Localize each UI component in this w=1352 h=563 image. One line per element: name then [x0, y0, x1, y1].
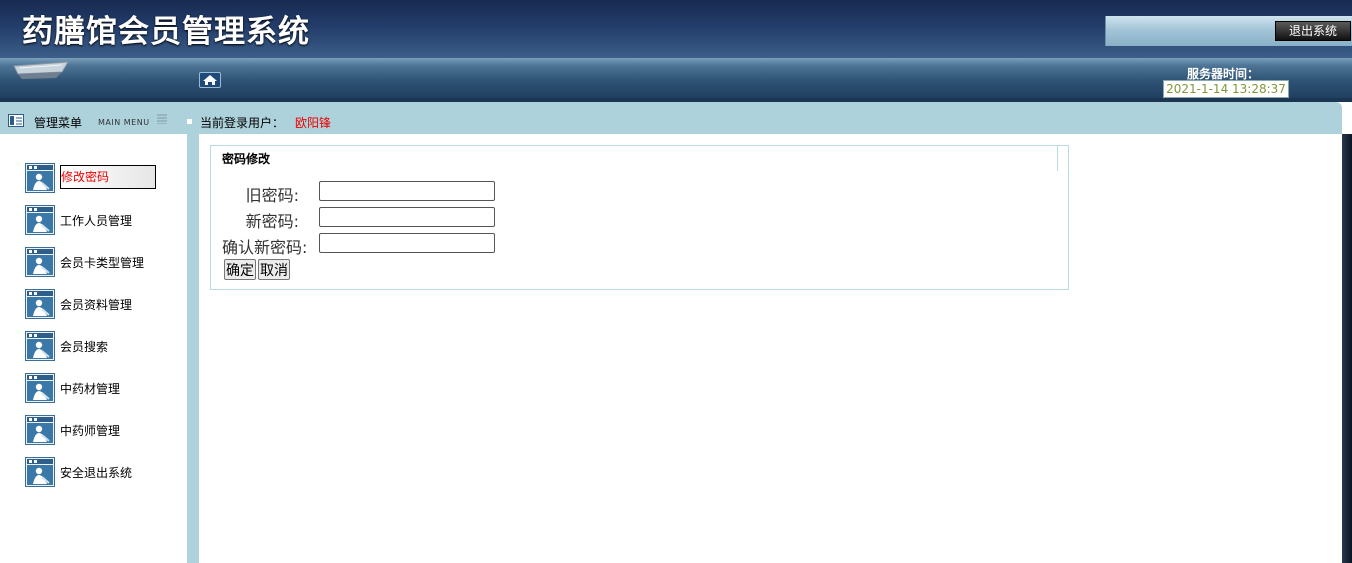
- sidebar-item-label: 会员搜索: [60, 340, 109, 354]
- sidebar-item-label: 会员资料管理: [60, 298, 133, 312]
- user-window-icon: [25, 205, 55, 235]
- sidebar-item[interactable]: 安全退出系统: [25, 457, 185, 487]
- user-window-icon: [25, 247, 55, 277]
- old-password-label: 旧密码:: [245, 186, 299, 205]
- sidebar-item-label: 安全退出系统: [60, 466, 133, 480]
- monitor-icon: [13, 61, 69, 79]
- sidebar-item[interactable]: 中药材管理: [25, 373, 185, 403]
- sidebar-item-label: 修改密码: [60, 165, 156, 189]
- menu-subtitle: MAIN MENU: [98, 118, 150, 127]
- user-window-icon: [25, 457, 55, 487]
- logout-button[interactable]: 退出系统: [1275, 21, 1351, 41]
- app-title: 药膳馆会员管理系统: [22, 14, 310, 50]
- new-password-label: 新密码:: [245, 212, 299, 231]
- home-icon[interactable]: [199, 72, 221, 88]
- bullet-icon: [187, 119, 192, 124]
- server-time-value: 2021-1-14 13:28:37: [1163, 80, 1289, 98]
- user-window-icon: [25, 163, 55, 193]
- sidebar-item[interactable]: 会员资料管理: [25, 289, 185, 319]
- sidebar-item[interactable]: 修改密码: [25, 163, 185, 193]
- menu-title: 管理菜单: [34, 116, 83, 130]
- old-password-input[interactable]: [319, 181, 495, 201]
- cancel-button[interactable]: 取消: [258, 259, 290, 280]
- submit-button[interactable]: 确定: [224, 259, 256, 280]
- sidebar-item[interactable]: 中药师管理: [25, 415, 185, 445]
- menu-panel-icon: [8, 114, 24, 127]
- sidebar-item[interactable]: 会员搜索: [25, 331, 185, 361]
- user-window-icon: [25, 289, 55, 319]
- confirm-password-input[interactable]: [319, 233, 495, 253]
- login-user-name: 欧阳锋: [295, 116, 332, 130]
- confirm-password-label: 确认新密码:: [222, 238, 308, 257]
- login-user-label: 当前登录用户：: [200, 116, 285, 130]
- sidebar-item-label: 会员卡类型管理: [60, 256, 145, 270]
- sidebar-item[interactable]: 会员卡类型管理: [25, 247, 185, 277]
- new-password-input[interactable]: [319, 207, 495, 227]
- user-window-icon: [25, 373, 55, 403]
- right-edge: [1342, 134, 1352, 563]
- menu-lines-icon: [157, 114, 167, 124]
- sidebar-item-label: 中药材管理: [60, 382, 121, 396]
- sidebar-item-label: 工作人员管理: [60, 214, 133, 228]
- panel-title-tab: [210, 145, 1058, 171]
- user-window-icon: [25, 331, 55, 361]
- sidebar-divider: [187, 134, 199, 563]
- user-window-icon: [25, 415, 55, 445]
- sidebar-item[interactable]: 工作人员管理: [25, 205, 185, 235]
- sidebar-item-label: 中药师管理: [60, 424, 121, 438]
- panel-title: 密码修改: [222, 152, 271, 166]
